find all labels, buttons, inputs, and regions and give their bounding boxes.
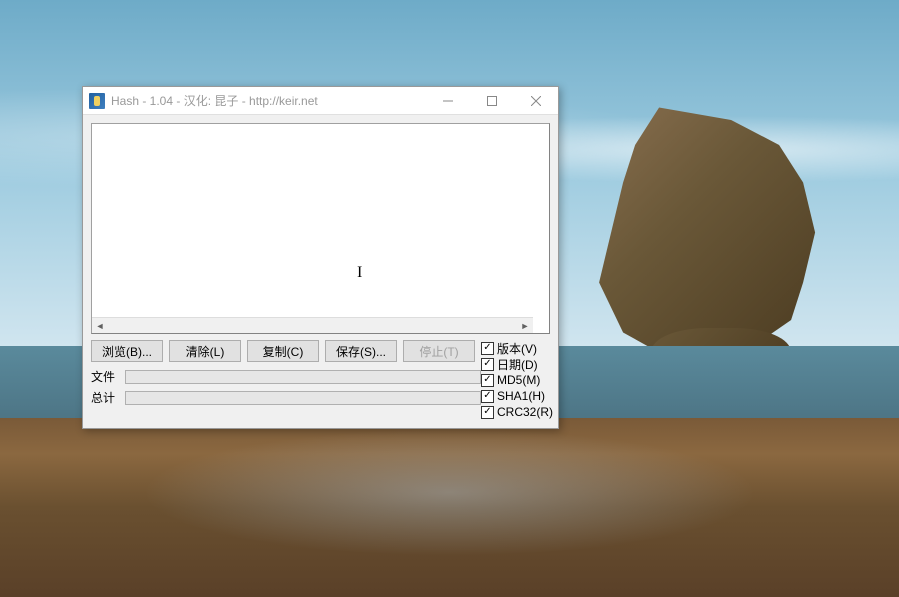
beach-reflection (90, 418, 809, 567)
stop-button[interactable]: 停止(T) (403, 340, 475, 362)
version-label: 版本(V) (497, 340, 537, 357)
crc32-label: CRC32(R) (497, 405, 553, 419)
titlebar[interactable]: Hash - 1.04 - 汉化: 昆子 - http://keir.net (83, 87, 558, 115)
checkbox-icon: ✓ (481, 374, 494, 387)
file-progress-label: 文件 (91, 368, 119, 385)
progress-section: 文件 总计 (91, 368, 481, 406)
close-button[interactable] (514, 87, 558, 114)
crc32-checkbox[interactable]: ✓ CRC32(R) (481, 404, 553, 420)
total-progress-row: 总计 (91, 389, 481, 406)
window-controls (426, 87, 558, 114)
scroll-left-icon[interactable]: ◄ (92, 318, 108, 333)
checkbox-icon: ✓ (481, 358, 494, 371)
sha1-label: SHA1(H) (497, 389, 545, 403)
hash-options: ✓ 版本(V) ✓ 日期(D) ✓ MD5(M) ✓ SHA1(H) ✓ C (481, 340, 553, 420)
file-progress-bar (125, 370, 481, 384)
checkbox-icon: ✓ (481, 342, 494, 355)
browse-button[interactable]: 浏览(B)... (91, 340, 163, 362)
total-progress-label: 总计 (91, 389, 119, 406)
total-progress-bar (125, 391, 481, 405)
sha1-checkbox[interactable]: ✓ SHA1(H) (481, 388, 553, 404)
file-progress-row: 文件 (91, 368, 481, 385)
clear-button[interactable]: 清除(L) (169, 340, 241, 362)
scroll-right-icon[interactable]: ► (517, 318, 533, 333)
save-button[interactable]: 保存(S)... (325, 340, 397, 362)
window-title: Hash - 1.04 - 汉化: 昆子 - http://keir.net (111, 92, 426, 109)
hash-app-window: Hash - 1.04 - 汉化: 昆子 - http://keir.net I… (82, 86, 559, 429)
checkbox-icon: ✓ (481, 406, 494, 419)
md5-label: MD5(M) (497, 373, 540, 387)
content-area: I ◄ ► 浏览(B)... 清除(L) 复制(C) 保存(S)... 停止(T… (83, 115, 558, 428)
bottom-section: 浏览(B)... 清除(L) 复制(C) 保存(S)... 停止(T) 文件 总… (91, 340, 550, 420)
date-label: 日期(D) (497, 356, 538, 373)
date-checkbox[interactable]: ✓ 日期(D) (481, 356, 553, 372)
button-toolbar: 浏览(B)... 清除(L) 复制(C) 保存(S)... 停止(T) (91, 340, 481, 362)
checkbox-icon: ✓ (481, 390, 494, 403)
app-icon (89, 93, 105, 109)
text-cursor-icon: I (357, 264, 358, 280)
md5-checkbox[interactable]: ✓ MD5(M) (481, 372, 553, 388)
copy-button[interactable]: 复制(C) (247, 340, 319, 362)
horizontal-scrollbar[interactable]: ◄ ► (92, 317, 533, 333)
version-checkbox[interactable]: ✓ 版本(V) (481, 340, 553, 356)
hash-output-textarea[interactable]: I ◄ ► (91, 123, 550, 334)
minimize-button[interactable] (426, 87, 470, 114)
scroll-track[interactable] (108, 318, 517, 333)
maximize-button[interactable] (470, 87, 514, 114)
